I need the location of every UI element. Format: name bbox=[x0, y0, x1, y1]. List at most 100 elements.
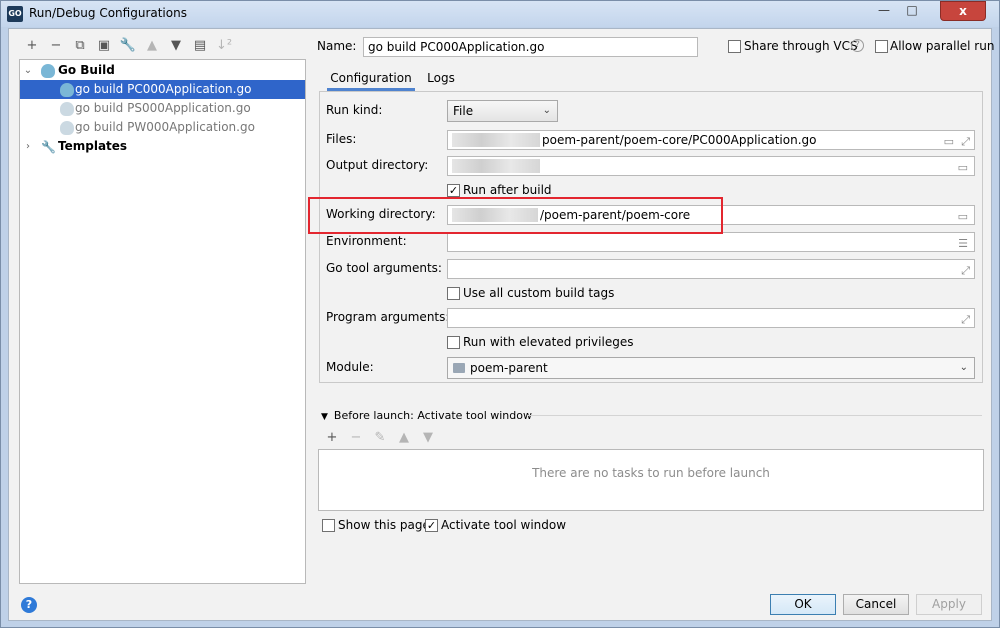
wrench-icon[interactable]: 🔧 bbox=[117, 37, 139, 55]
tree-node-label: Templates bbox=[58, 139, 128, 153]
activate-tool-window-checkbox[interactable]: ✓ bbox=[425, 519, 438, 532]
show-page-label: Show this page bbox=[338, 518, 430, 532]
add-icon[interactable]: + bbox=[21, 37, 43, 55]
parallel-run-checkbox[interactable] bbox=[875, 40, 888, 53]
apply-button[interactable]: Apply bbox=[916, 594, 982, 615]
run-after-build-checkbox[interactable]: ✓ bbox=[447, 184, 460, 197]
folder-icon[interactable]: ▭ bbox=[958, 208, 968, 224]
files-field[interactable]: poem-parent/poem-core/PC000Application.g… bbox=[447, 130, 975, 150]
chevron-down-icon: ⌄ bbox=[542, 105, 551, 116]
custom-build-tags-label: Use all custom build tags bbox=[463, 286, 615, 300]
folder-icon[interactable]: ▭ bbox=[944, 133, 954, 149]
run-kind-value: File bbox=[453, 104, 474, 118]
working-dir-highlight bbox=[308, 197, 723, 234]
document-icon[interactable]: ☰ bbox=[958, 235, 968, 251]
elevated-privileges-label: Run with elevated privileges bbox=[463, 335, 634, 349]
environment-label: Environment: bbox=[326, 234, 407, 248]
go-tool-args-field[interactable]: ⤢ bbox=[447, 259, 975, 279]
move-up-icon[interactable]: ▲ bbox=[141, 37, 163, 55]
separator bbox=[527, 415, 982, 416]
config-tabs: Configuration Logs bbox=[319, 67, 983, 91]
custom-build-tags-checkbox[interactable] bbox=[447, 287, 460, 300]
module-folder-icon bbox=[453, 363, 465, 373]
tab-logs[interactable]: Logs bbox=[423, 67, 459, 91]
edit-task-icon[interactable]: ✎ bbox=[369, 429, 391, 447]
empty-tasks-text: There are no tasks to run before launch bbox=[532, 466, 770, 480]
copy-icon[interactable]: ⧉ bbox=[69, 37, 91, 55]
title-bar: GO Run/Debug Configurations — □ x bbox=[1, 1, 999, 27]
close-button[interactable]: x bbox=[940, 1, 986, 21]
tree-item-label: go build PC000Application.go bbox=[75, 82, 252, 96]
elevated-privileges-checkbox[interactable] bbox=[447, 336, 460, 349]
dialog-content: + − ⧉ ▣ 🔧 ▲ ▼ ▤ ↓² ⌄ Go Build go build P… bbox=[8, 28, 995, 621]
move-up-icon[interactable]: ▲ bbox=[393, 429, 415, 447]
goland-app-icon: GO bbox=[7, 6, 23, 22]
module-label: Module: bbox=[326, 360, 374, 374]
module-value: poem-parent bbox=[470, 361, 548, 375]
ok-button[interactable]: OK bbox=[770, 594, 836, 615]
files-value: poem-parent/poem-core/PC000Application.g… bbox=[542, 133, 817, 147]
program-args-label: Program arguments: bbox=[326, 310, 450, 324]
save-icon[interactable]: ▣ bbox=[93, 37, 115, 55]
run-after-build-label: Run after build bbox=[463, 183, 552, 197]
go-icon bbox=[60, 102, 74, 116]
config-toolbar: + − ⧉ ▣ 🔧 ▲ ▼ ▤ ↓² bbox=[21, 37, 235, 55]
expand-icon[interactable]: ⤢ bbox=[961, 311, 970, 327]
expand-icon[interactable]: ⤢ bbox=[961, 262, 970, 278]
tree-item-label: go build PW000Application.go bbox=[75, 120, 255, 134]
chevron-right-icon[interactable]: › bbox=[22, 137, 34, 156]
maximize-button[interactable]: □ bbox=[899, 1, 925, 21]
wrench-icon: 🔧 bbox=[41, 140, 56, 154]
add-task-icon[interactable]: + bbox=[321, 429, 343, 447]
tree-node-templates[interactable]: › 🔧 Templates bbox=[20, 137, 305, 156]
activate-tool-window-label: Activate tool window bbox=[441, 518, 567, 532]
output-dir-label: Output directory: bbox=[326, 158, 429, 172]
move-down-icon[interactable]: ▼ bbox=[417, 429, 439, 447]
tree-node-go-build[interactable]: ⌄ Go Build bbox=[20, 61, 305, 80]
run-kind-label: Run kind: bbox=[326, 103, 383, 117]
module-select[interactable]: poem-parent ⌄ bbox=[447, 357, 975, 379]
before-launch-toolbar: + − ✎ ▲ ▼ bbox=[321, 429, 439, 447]
output-dir-field[interactable]: ▭ bbox=[447, 156, 975, 176]
show-page-checkbox[interactable] bbox=[322, 519, 335, 532]
run-kind-select[interactable]: File ⌄ bbox=[447, 100, 558, 122]
program-args-field[interactable]: ⤢ bbox=[447, 308, 975, 328]
help-icon[interactable]: ? bbox=[21, 597, 37, 613]
environment-field[interactable]: ☰ bbox=[447, 232, 975, 252]
folder-icon[interactable]: ▭ bbox=[958, 159, 968, 175]
configuration-panel: Run kind: File ⌄ Files: poem-parent/poem… bbox=[319, 91, 983, 383]
go-tool-args-label: Go tool arguments: bbox=[326, 261, 442, 275]
dialog-window: GO Run/Debug Configurations — □ x + − ⧉ … bbox=[0, 0, 1000, 628]
go-icon bbox=[60, 121, 74, 135]
go-icon bbox=[60, 83, 74, 97]
collapse-arrow-icon[interactable]: ▼ bbox=[321, 412, 328, 422]
remove-icon[interactable]: − bbox=[45, 37, 67, 55]
sort-icon[interactable]: ↓² bbox=[213, 37, 235, 55]
share-vcs-label: Share through VCS bbox=[744, 39, 858, 53]
remove-task-icon[interactable]: − bbox=[345, 429, 367, 447]
tree-item-pw000[interactable]: go build PW000Application.go bbox=[20, 118, 305, 137]
tree-item-ps000[interactable]: go build PS000Application.go bbox=[20, 99, 305, 118]
help-icon[interactable]: ? bbox=[851, 39, 864, 52]
files-label: Files: bbox=[326, 132, 357, 146]
share-vcs-checkbox[interactable] bbox=[728, 40, 741, 53]
parallel-run-label: Allow parallel run bbox=[890, 39, 995, 53]
expand-icon[interactable]: ⤢ bbox=[961, 133, 970, 149]
tree-node-label: Go Build bbox=[58, 63, 115, 77]
go-icon bbox=[41, 64, 55, 78]
folder-add-icon[interactable]: ▤ bbox=[189, 37, 211, 55]
before-launch-header[interactable]: ▼ Before launch: Activate tool window bbox=[321, 409, 532, 422]
before-launch-task-list: There are no tasks to run before launch bbox=[318, 449, 984, 511]
name-field[interactable]: go build PC000Application.go bbox=[363, 37, 698, 57]
chevron-down-icon: ⌄ bbox=[959, 362, 968, 373]
before-launch-title: Before launch: Activate tool window bbox=[333, 409, 532, 422]
chevron-down-icon[interactable]: ⌄ bbox=[22, 61, 34, 80]
minimize-button[interactable]: — bbox=[871, 1, 897, 21]
move-down-icon[interactable]: ▼ bbox=[165, 37, 187, 55]
cancel-button[interactable]: Cancel bbox=[843, 594, 909, 615]
redacted-path bbox=[452, 133, 540, 147]
window-title: Run/Debug Configurations bbox=[29, 6, 187, 20]
tab-configuration[interactable]: Configuration bbox=[327, 67, 415, 91]
tree-item-label: go build PS000Application.go bbox=[75, 101, 251, 115]
tree-item-pc000[interactable]: go build PC000Application.go bbox=[20, 80, 305, 99]
